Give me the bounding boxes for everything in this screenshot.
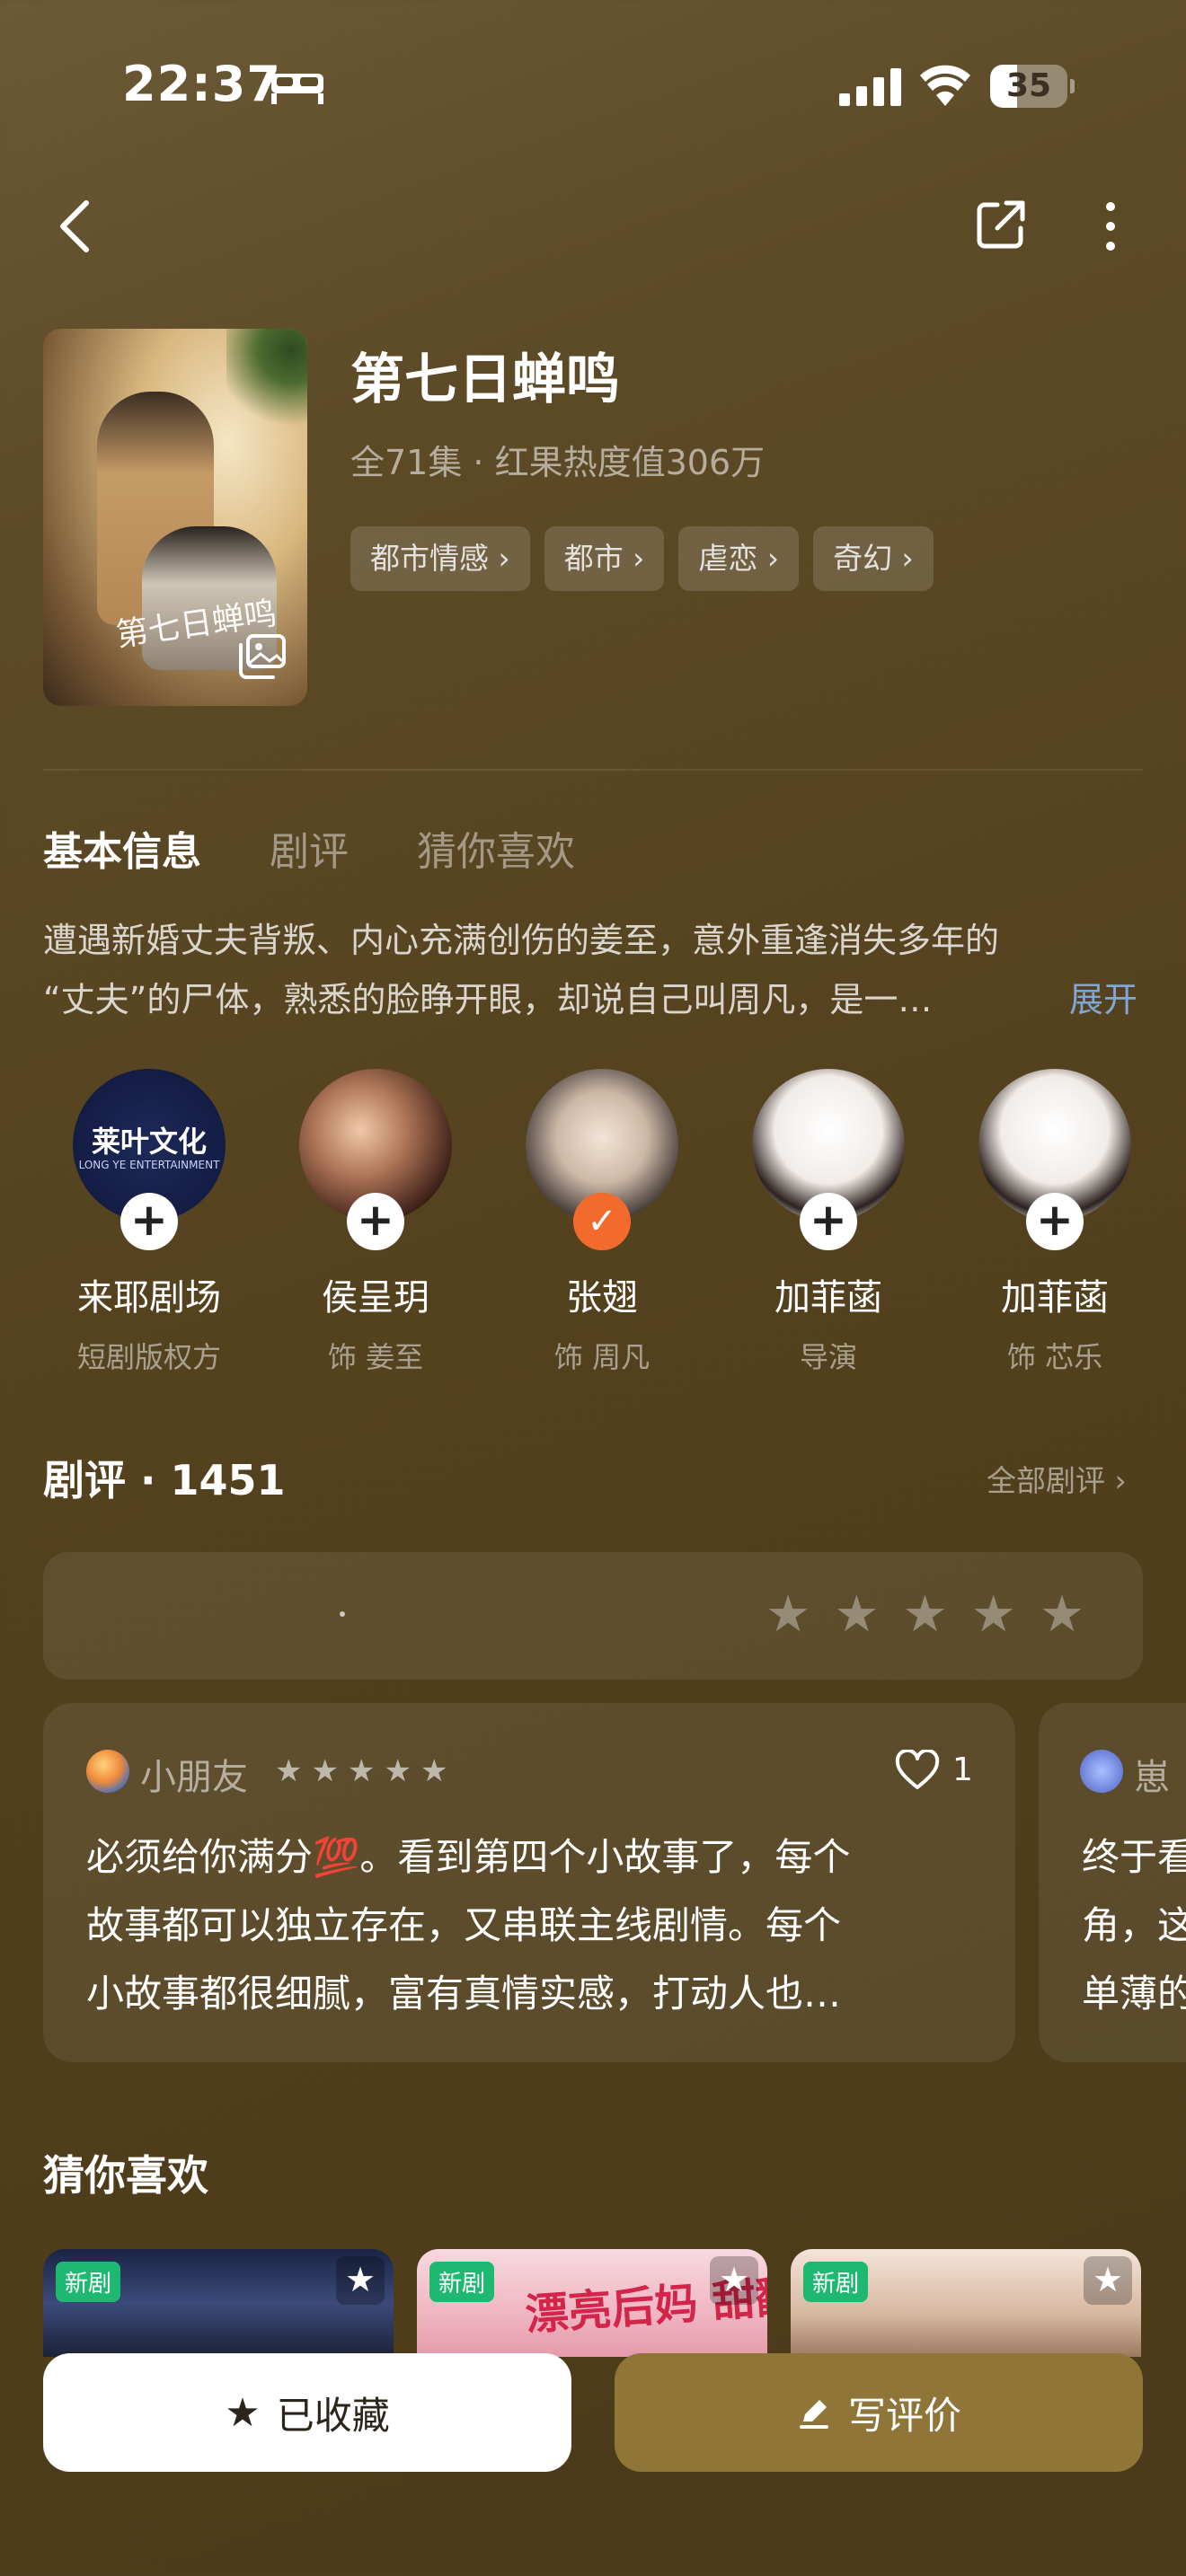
recommend-card[interactable]: 漂亮后妈 甜翻全家 新剧 ★ bbox=[417, 2249, 767, 2357]
tab-recommend[interactable]: 猜你喜欢 bbox=[417, 819, 575, 877]
divider bbox=[43, 769, 1143, 771]
pen-icon bbox=[799, 2400, 828, 2429]
favorited-label: 已收藏 bbox=[276, 2393, 390, 2438]
cast-role: 导演 bbox=[799, 1340, 857, 1374]
tab-basic-info[interactable]: 基本信息 bbox=[43, 819, 201, 877]
cast-name: 加菲菡 bbox=[1001, 1277, 1109, 1319]
heart-icon[interactable] bbox=[895, 1750, 940, 1791]
write-review-label: 写评价 bbox=[847, 2393, 961, 2438]
star-icon: ★ bbox=[275, 1753, 303, 1789]
synopsis: 遭遇新婚丈夫背叛、内心充满创伤的姜至，意外重逢消失多年的 “丈夫”的尸体，熟悉的… bbox=[43, 911, 1148, 1029]
star-icon[interactable]: ★ bbox=[971, 1590, 1016, 1640]
like-count: 1 bbox=[952, 1751, 973, 1788]
genre-tag[interactable]: 虐恋 › bbox=[678, 526, 800, 591]
synopsis-line: 遭遇新婚丈夫背叛、内心充满创伤的姜至，意外重逢消失多年的 bbox=[43, 921, 1000, 960]
battery-indicator: 35 bbox=[990, 65, 1075, 108]
star-icon: ★ bbox=[311, 1753, 339, 1789]
cast-item[interactable]: 莱叶文化 LONG YE ENTERTAINMENT + 来耶剧场 短剧版权方 bbox=[36, 1069, 262, 1376]
follow-plus-icon[interactable]: + bbox=[800, 1193, 857, 1250]
cast-role: 饰 周凡 bbox=[553, 1340, 651, 1374]
reviews-heading: 剧评 · 1451 bbox=[43, 1456, 286, 1504]
cast-list: 莱叶文化 LONG YE ENTERTAINMENT + 来耶剧场 短剧版权方 … bbox=[36, 1069, 1168, 1376]
cast-name: 侯呈玥 bbox=[322, 1277, 429, 1319]
cast-item[interactable]: + 加菲菡 导演 bbox=[715, 1069, 942, 1376]
favorite-star-icon[interactable]: ★ bbox=[710, 2256, 758, 2305]
genre-tag[interactable]: 都市 › bbox=[544, 526, 665, 591]
wifi-icon bbox=[920, 65, 970, 106]
recommend-card[interactable]: 新剧 ★ bbox=[791, 2249, 1141, 2357]
studio-logo-sub: LONG YE ENTERTAINMENT bbox=[78, 1159, 220, 1171]
follow-plus-icon[interactable]: + bbox=[347, 1193, 404, 1250]
tab-reviews[interactable]: 剧评 bbox=[270, 819, 349, 877]
reviewer-name[interactable]: 崽 bbox=[1134, 1748, 1170, 1800]
recommend-heading: 猜你喜欢 bbox=[43, 2151, 208, 2200]
cast-role: 饰 姜至 bbox=[327, 1340, 424, 1374]
favorite-star-icon[interactable]: ★ bbox=[336, 2256, 385, 2305]
reviewer-avatar[interactable] bbox=[86, 1750, 129, 1793]
reviewer-avatar[interactable] bbox=[1080, 1750, 1123, 1793]
avatar[interactable]: ✓ bbox=[526, 1069, 678, 1250]
write-review-button[interactable]: 写评价 bbox=[615, 2353, 1143, 2472]
star-icon[interactable]: ★ bbox=[766, 1590, 810, 1640]
star-icon[interactable]: ★ bbox=[834, 1590, 879, 1640]
favorite-star-icon[interactable]: ★ bbox=[1084, 2256, 1132, 2305]
cast-item[interactable]: ✓ 张翅 饰 周凡 bbox=[489, 1069, 715, 1376]
star-icon[interactable]: ★ bbox=[902, 1590, 947, 1640]
gallery-icon[interactable] bbox=[237, 634, 288, 679]
star-icon: ★ bbox=[384, 1753, 412, 1789]
score-emoji: 💯 bbox=[313, 1835, 360, 1879]
cast-item[interactable]: + 加菲菡 饰 芯乐 bbox=[942, 1069, 1168, 1376]
rating-stars[interactable]: ★ ★ ★ ★ ★ bbox=[766, 1590, 1084, 1640]
favorited-button[interactable]: ★ 已收藏 bbox=[43, 2353, 571, 2472]
status-time: 22:37 bbox=[122, 56, 281, 112]
studio-logo: 莱叶文化 bbox=[91, 1125, 207, 1159]
star-icon[interactable]: ★ bbox=[1040, 1590, 1084, 1640]
cast-item[interactable]: + 侯呈玥 饰 姜至 bbox=[262, 1069, 489, 1376]
genre-tag[interactable]: 都市情感 › bbox=[350, 526, 530, 591]
new-badge: 新剧 bbox=[803, 2262, 869, 2302]
battery-percent: 35 bbox=[1005, 67, 1052, 104]
avatar[interactable]: + bbox=[978, 1069, 1131, 1250]
review-text: 必须给你满分💯。看到第四个小故事了，每个 故事都可以独立存在，又串联主线剧情。每… bbox=[86, 1835, 851, 2016]
cast-role: 短剧版权方 bbox=[76, 1340, 221, 1374]
star-icon: ★ bbox=[225, 2389, 261, 2436]
drama-meta: 全71集 · 红果热度值306万 bbox=[350, 443, 766, 482]
drama-title: 第七日蝉鸣 bbox=[350, 348, 620, 411]
drama-poster[interactable]: 第七日蝉鸣 bbox=[43, 329, 307, 706]
more-options-icon[interactable] bbox=[1093, 199, 1128, 253]
follow-plus-icon[interactable]: + bbox=[1026, 1193, 1084, 1250]
review-stars: ★ ★ ★ ★ ★ bbox=[275, 1753, 447, 1789]
recommend-card[interactable]: 新剧 ★ bbox=[43, 2249, 394, 2357]
cast-role: 饰 芯乐 bbox=[1006, 1340, 1103, 1374]
follow-plus-icon[interactable]: + bbox=[120, 1193, 178, 1250]
avatar[interactable]: + bbox=[299, 1069, 452, 1250]
followed-check-icon[interactable]: ✓ bbox=[573, 1193, 631, 1250]
new-badge: 新剧 bbox=[56, 2262, 121, 2302]
new-badge: 新剧 bbox=[429, 2262, 495, 2302]
share-icon[interactable] bbox=[974, 198, 1028, 251]
expand-link[interactable]: 展开 bbox=[1069, 970, 1137, 1029]
loading-dot bbox=[340, 1611, 345, 1617]
genre-tag[interactable]: 奇幻 › bbox=[813, 526, 934, 591]
avatar[interactable]: + bbox=[752, 1069, 905, 1250]
all-reviews-link[interactable]: 全部剧评 › bbox=[987, 1457, 1127, 1500]
cast-name: 来耶剧场 bbox=[77, 1277, 221, 1319]
cast-name: 加菲菡 bbox=[774, 1277, 882, 1319]
star-icon: ★ bbox=[420, 1753, 448, 1789]
cellular-signal-icon bbox=[839, 68, 901, 106]
sleep-mode-icon bbox=[271, 74, 323, 104]
section-tabs: 基本信息 剧评 猜你喜欢 bbox=[43, 819, 575, 877]
review-text: 终于看 角，这 单薄的 bbox=[1082, 1835, 1186, 2016]
back-arrow-icon[interactable] bbox=[50, 198, 101, 255]
avatar[interactable]: 莱叶文化 LONG YE ENTERTAINMENT + bbox=[73, 1069, 226, 1250]
cast-name: 张翅 bbox=[566, 1277, 638, 1319]
synopsis-line: “丈夫”的尸体，熟悉的脸睁开眼，却说自己叫周凡，是一… bbox=[43, 980, 933, 1019]
reviewer-name[interactable]: 小朋友 bbox=[140, 1748, 248, 1800]
genre-tags: 都市情感 › 都市 › 虐恋 › 奇幻 › bbox=[350, 526, 934, 591]
star-icon: ★ bbox=[347, 1753, 376, 1789]
